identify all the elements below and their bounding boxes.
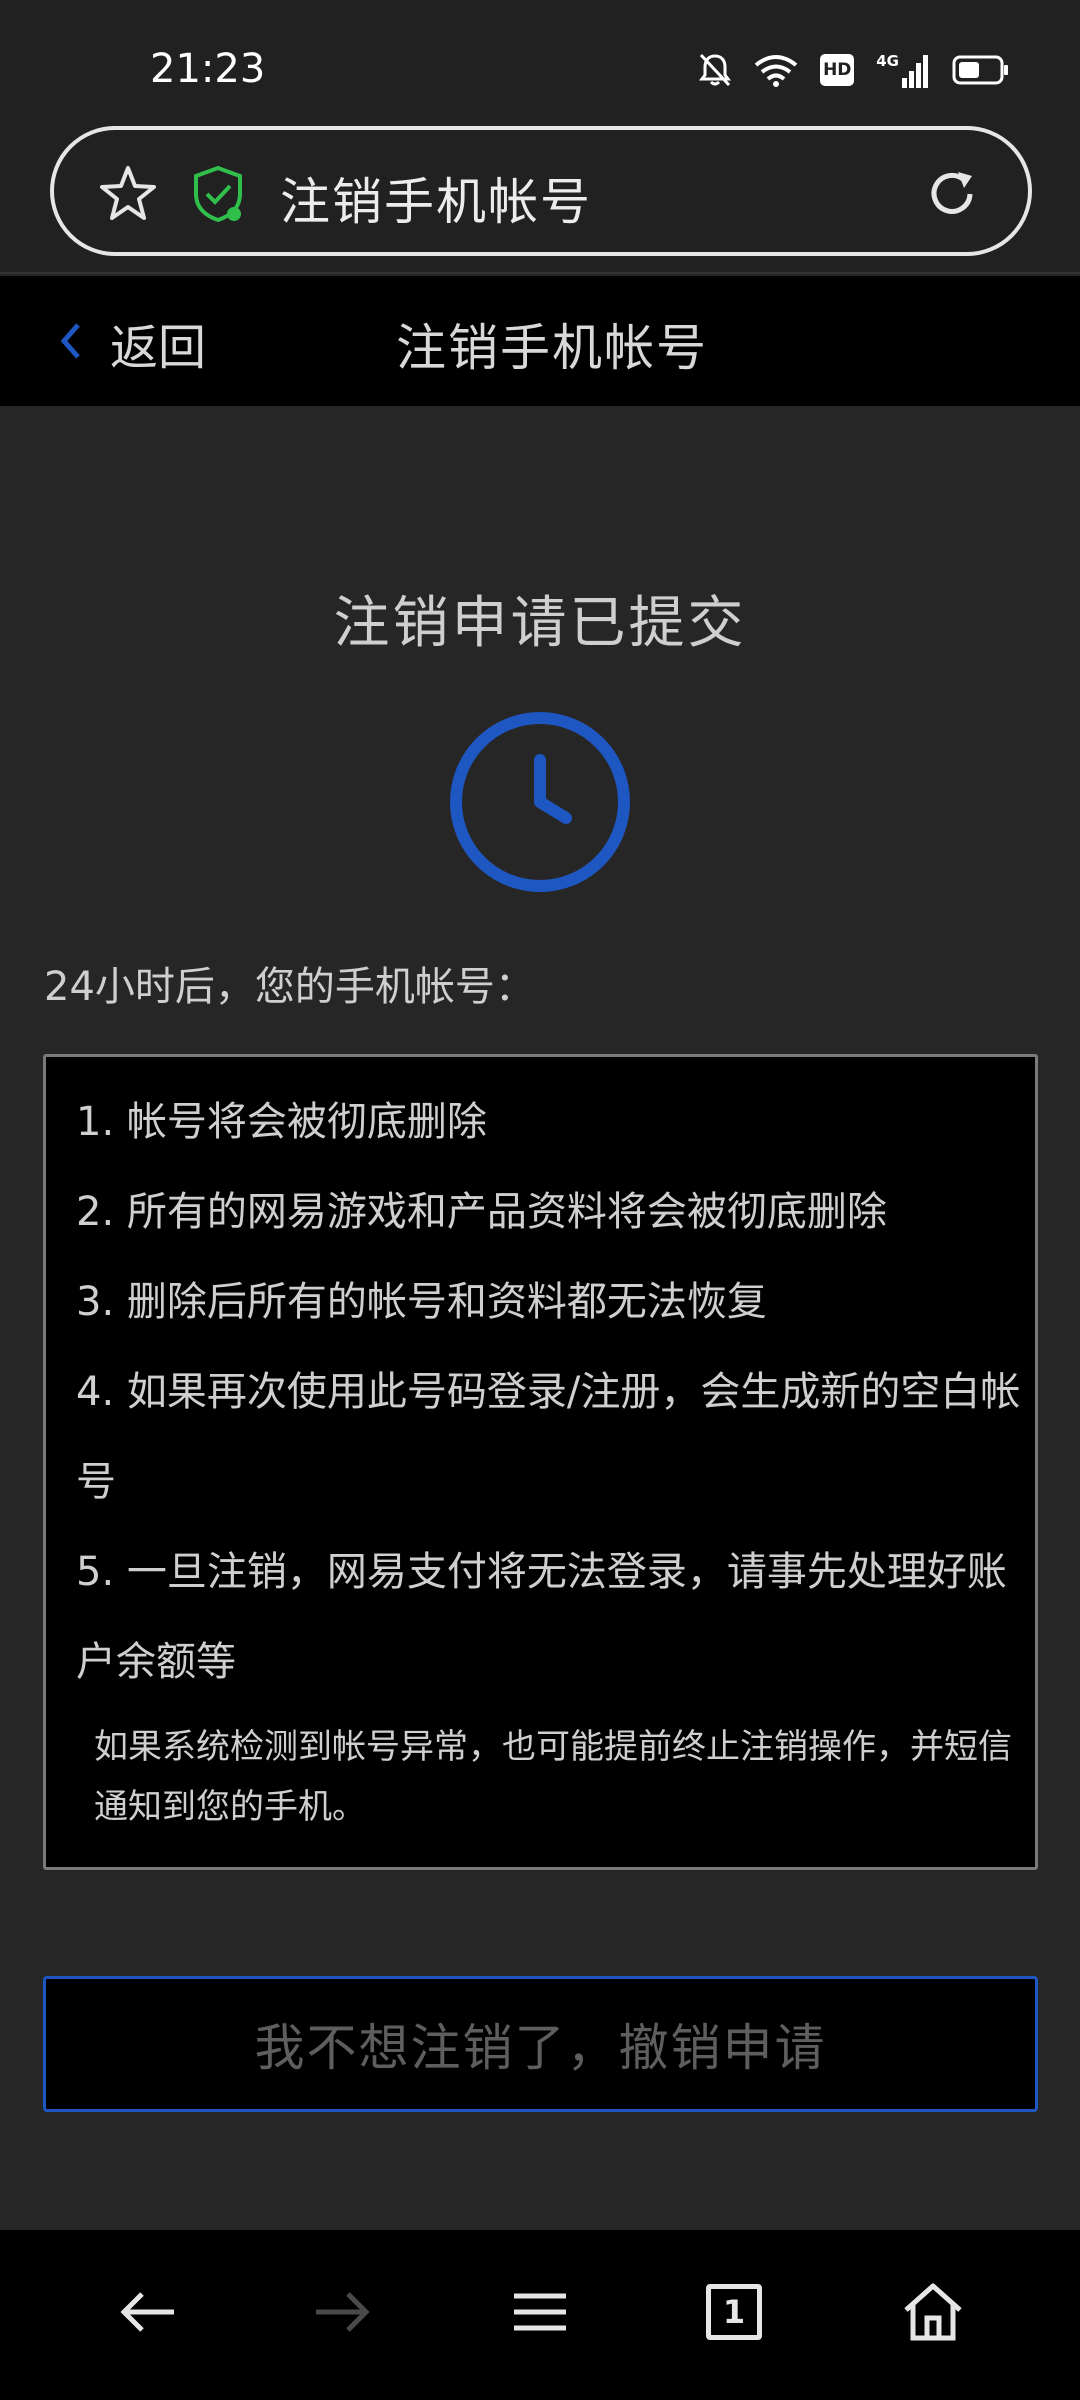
page-title: 注销手机帐号 [396,319,708,377]
status-heading: 注销申请已提交 [333,591,747,656]
hd-label: HD [823,60,852,80]
refresh-icon[interactable] [922,164,982,228]
status-time: 21:23 [150,46,266,92]
notice-footnote: 如果系统检测到帐号异常，也可能提前终止注销操作，并短信通知到您的手机。 [94,1727,1012,1827]
notice-list: 1. 帐号将会被彻底删除 2. 所有的网易游戏和产品资料将会被彻底删除 3. 删… [76,1077,1026,1707]
notice-item: 4. 如果再次使用此号码登录/注册，会生成新的空白帐号 [76,1369,1021,1505]
wifi-icon [754,53,798,87]
notice-box: 1. 帐号将会被彻底删除 2. 所有的网易游戏和产品资料将会被彻底删除 3. 删… [43,1054,1038,1870]
intro-text: 24小时后，您的手机帐号： [44,964,535,1010]
status-bar: 21:23 HD 4G [0,0,1080,120]
status-icons: HD 4G [698,50,1010,90]
bell-muted-icon [698,52,732,88]
url-title: 注销手机帐号 [280,173,592,231]
hd-icon: HD [820,54,855,86]
home-icon[interactable] [900,2280,966,2348]
chevron-left-icon [56,319,84,367]
notice-item: 1. 帐号将会被彻底删除 [76,1099,487,1145]
shield-check-icon[interactable] [190,164,246,228]
notice-item: 5. 一旦注销，网易支付将无法登录，请事先处理好账户余额等 [76,1549,1007,1685]
revoke-cancellation-button[interactable]: 我不想注销了，撤销申请 [43,1976,1038,2112]
battery-icon [952,55,1010,85]
back-button[interactable]: 返回 [56,308,206,378]
browser-bar: 注销手机帐号 [0,120,1080,274]
page-header: 返回 注销手机帐号 [0,276,1080,406]
notice-item: 2. 所有的网易游戏和产品资料将会被彻底删除 [76,1189,887,1235]
signal-4g-icon: 4G [876,52,930,88]
network-label: 4G [876,52,899,70]
arrow-left-icon[interactable] [116,2280,180,2348]
tabs-icon[interactable]: 1 [706,2284,762,2340]
menu-icon[interactable] [508,2280,572,2348]
notice-item: 3. 删除后所有的帐号和资料都无法恢复 [76,1279,767,1325]
url-bar[interactable]: 注销手机帐号 [50,126,1032,256]
clock-icon [448,710,632,898]
bottom-nav: 1 [0,2230,1080,2400]
star-icon[interactable] [98,164,158,228]
arrow-right-icon[interactable] [310,2280,374,2348]
tab-count: 1 [722,2293,746,2331]
back-label: 返回 [110,320,207,376]
